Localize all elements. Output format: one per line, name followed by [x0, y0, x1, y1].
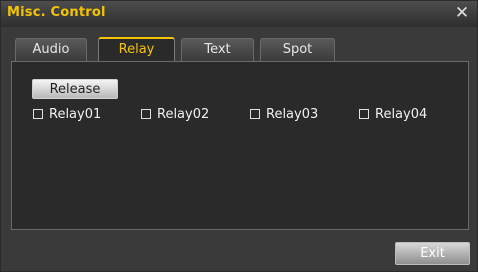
relay-01-checkbox[interactable]: [33, 109, 43, 119]
release-button[interactable]: Release: [32, 79, 118, 99]
tab-audio[interactable]: Audio: [15, 38, 87, 61]
window-title: Misc. Control: [7, 5, 106, 20]
relay-04-checkbox-item[interactable]: Relay04: [359, 104, 427, 124]
close-icon[interactable]: ✕: [453, 4, 471, 22]
relay-03-checkbox[interactable]: [250, 109, 260, 119]
tab-label: Text: [204, 42, 231, 57]
tab-label: Relay: [118, 42, 155, 57]
relay-04-checkbox[interactable]: [359, 109, 369, 119]
relay-01-checkbox-item[interactable]: Relay01: [33, 104, 101, 124]
relay-02-label: Relay02: [157, 106, 210, 122]
tab-label: Spot: [282, 42, 313, 57]
tab-text[interactable]: Text: [181, 38, 254, 61]
tab-relay[interactable]: Relay: [98, 37, 175, 62]
tab-label: Audio: [32, 42, 70, 57]
relay-03-checkbox-item[interactable]: Relay03: [250, 104, 318, 124]
exit-button[interactable]: Exit: [395, 242, 470, 265]
relay-04-label: Relay04: [375, 106, 428, 122]
tab-spot[interactable]: Spot: [260, 38, 335, 61]
misc-control-dialog: Misc. Control ✕ Audio Relay Text Spot Re…: [0, 0, 478, 272]
relay-02-checkbox-item[interactable]: Relay02: [141, 104, 209, 124]
relay-01-label: Relay01: [49, 106, 102, 122]
title-bar: Misc. Control ✕: [1, 1, 477, 27]
relay-02-checkbox[interactable]: [141, 109, 151, 119]
relay-03-label: Relay03: [266, 106, 319, 122]
